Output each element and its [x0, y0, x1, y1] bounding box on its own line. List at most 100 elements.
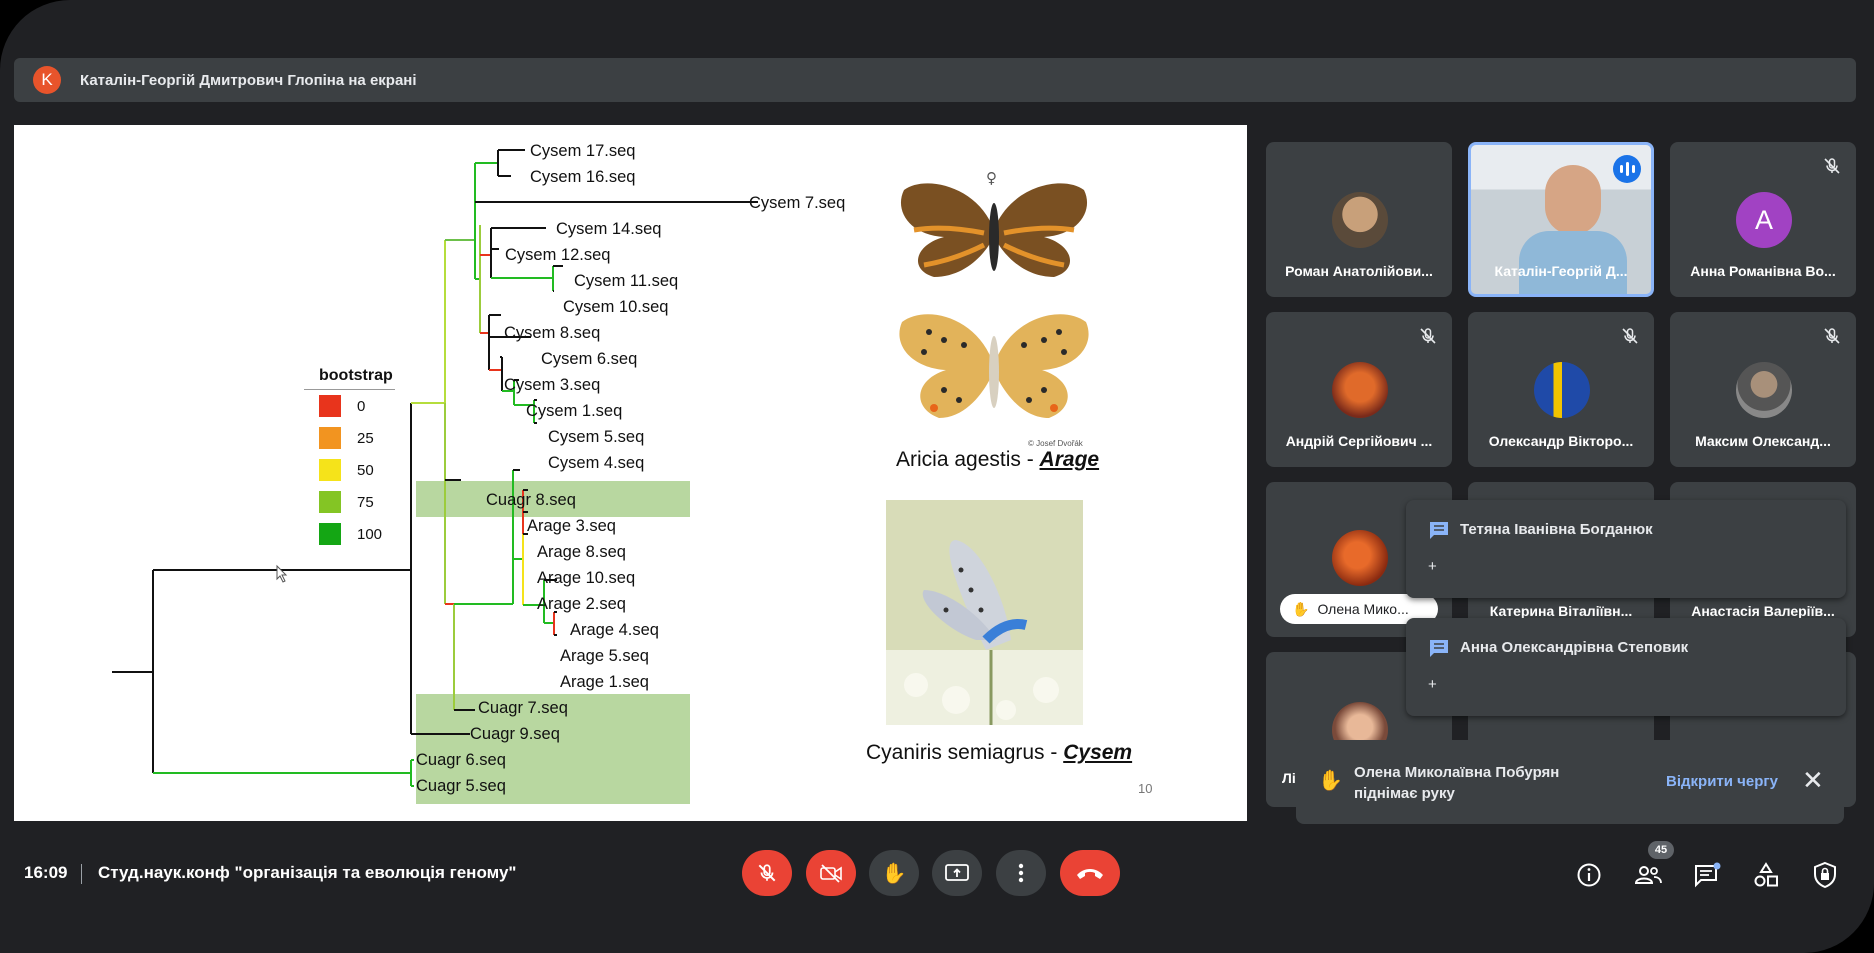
- shield-lock-icon: [1814, 861, 1836, 889]
- participant-name: Максим Олександ...: [1695, 433, 1831, 449]
- mic-off-icon: [758, 864, 776, 882]
- female-symbol: ♀: [986, 169, 997, 187]
- participant-tile[interactable]: Максим Олександ...: [1670, 312, 1856, 467]
- camera-toggle-button[interactable]: [806, 850, 856, 896]
- mic-off-icon: [1622, 328, 1638, 344]
- species-2-caption: Cyaniris semiagrus - Cysem: [866, 741, 1132, 765]
- leaf-cuagr7: Cuagr 7.seq: [478, 699, 568, 717]
- hand-raised-message: Олена Миколаївна Побурян піднімає руку: [1354, 764, 1560, 802]
- mic-off-icon: [1420, 328, 1436, 344]
- leaf-cysem12: Cysem 12.seq: [505, 246, 610, 264]
- leaf-arage10: Arage 10.seq: [537, 569, 635, 587]
- participant-name: Каталін-Георгій Д...: [1494, 263, 1628, 279]
- leaf-cysem17: Cysem 17.seq: [530, 142, 635, 160]
- present-button[interactable]: [932, 850, 982, 896]
- bootstrap-legend: bootstrap 0 25 50 75 100: [304, 367, 404, 550]
- mic-off-icon: [1824, 158, 1840, 174]
- participant-name: Андрій Сергійович ...: [1285, 433, 1433, 449]
- species-2-abbr: Cysem: [1063, 741, 1133, 764]
- participant-tile[interactable]: Андрій Сергійович ...: [1266, 312, 1452, 467]
- people-button[interactable]: [1631, 858, 1665, 892]
- presenter-avatar: K: [33, 66, 61, 94]
- leaf-arage3: Arage 3.seq: [527, 517, 616, 535]
- meeting-details-button[interactable]: [1572, 858, 1606, 892]
- photo-credit: © Josef Dvořák: [1028, 439, 1083, 448]
- chat-icon: [1430, 640, 1448, 657]
- leaf-cysem6: Cysem 6.seq: [541, 350, 637, 368]
- presenter-bar: K Каталін-Георгій Дмитрович Глопіна на е…: [14, 58, 1856, 102]
- legend-row: 75: [304, 486, 404, 518]
- legend-value: 25: [357, 429, 374, 447]
- camera-off-icon: [820, 864, 842, 883]
- host-controls-button[interactable]: [1808, 858, 1842, 892]
- participant-tile[interactable]: Роман Анатолійови...: [1266, 142, 1452, 297]
- leaf-cysem11: Cysem 11.seq: [574, 272, 678, 290]
- meet-window: K Каталін-Георгій Дмитрович Глопіна на е…: [0, 0, 1874, 953]
- hang-up-icon: [1077, 869, 1103, 879]
- participant-tile[interactable]: Олександр Вікторо...: [1468, 312, 1654, 467]
- participant-avatar: [1534, 362, 1590, 418]
- people-icon: [1634, 866, 1662, 884]
- legend-swatch: [319, 459, 341, 481]
- species-2-name: Cyaniris semiagrus -: [866, 741, 1064, 764]
- chat-notification[interactable]: Тетяна Іванівна Богданюк +: [1406, 500, 1846, 598]
- speaking-indicator-icon: [1613, 155, 1641, 183]
- participant-avatar: [1736, 362, 1792, 418]
- presenter-label: Каталін-Георгій Дмитрович Глопіна на екр…: [80, 71, 417, 89]
- present-screen-icon: [945, 864, 969, 881]
- people-count-badge: 45: [1648, 841, 1674, 859]
- legend-row: 50: [304, 454, 404, 486]
- leaf-cysem7: Cysem 7.seq: [749, 194, 845, 212]
- participant-avatar: [1332, 362, 1388, 418]
- legend-value: 75: [357, 493, 374, 511]
- clock: 16:09: [24, 863, 68, 882]
- participant-tile[interactable]: A Анна Романівна Во...: [1670, 142, 1856, 297]
- slide-number: 10: [1138, 781, 1153, 796]
- participant-avatar: [1332, 192, 1388, 248]
- leaf-cysem1: Cysem 1.seq: [526, 402, 622, 420]
- participant-name: Олександр Вікторо...: [1488, 433, 1634, 449]
- chat-sender-name: Анна Олександрівна Степовик: [1460, 639, 1689, 656]
- hand-icon: ✋: [881, 862, 907, 885]
- cyaniris-semiagrus-image: [886, 500, 1083, 725]
- aricia-female-under-image: [899, 314, 1089, 418]
- participant-tile-active-speaker[interactable]: Каталін-Георгій Д...: [1468, 142, 1654, 297]
- leaf-arage5: Arage 5.seq: [560, 647, 649, 665]
- participant-name: Анастасія Валеріїв...: [1691, 603, 1835, 619]
- chat-button[interactable]: [1690, 858, 1724, 892]
- open-queue-button[interactable]: Відкрити чергу: [1666, 773, 1778, 790]
- chat-notification[interactable]: Анна Олександрівна Степовик +: [1406, 618, 1846, 716]
- legend-value: 0: [357, 397, 366, 415]
- legend-row: 100: [304, 518, 404, 550]
- leaf-arage8: Arage 8.seq: [537, 543, 626, 561]
- leave-call-button[interactable]: [1060, 850, 1120, 896]
- activities-icon: [1754, 862, 1778, 887]
- legend-value: 100: [357, 525, 383, 543]
- leaf-cysem3: Cysem 3.seq: [504, 376, 600, 394]
- participant-avatar: [1332, 530, 1388, 586]
- species-1-caption: Aricia agestis - Arage: [896, 448, 1099, 472]
- leaf-arage4: Arage 4.seq: [570, 621, 659, 639]
- raise-hand-button[interactable]: ✋: [869, 850, 919, 896]
- activities-button[interactable]: [1749, 858, 1783, 892]
- leaf-cysem16: Cysem 16.seq: [530, 168, 635, 186]
- leaf-cysem5: Cysem 5.seq: [548, 428, 644, 446]
- hand-raised-icon: ✋: [1292, 600, 1310, 617]
- divider: [81, 864, 82, 884]
- shared-screen-slide: Cysem 17.seq Cysem 16.seq Cysem 7.seq Cy…: [14, 125, 1247, 821]
- leaf-cysem10: Cysem 10.seq: [563, 298, 668, 316]
- mic-toggle-button[interactable]: [742, 850, 792, 896]
- participant-name: Олена Мико...: [1317, 601, 1409, 617]
- leaf-cuagr5: Cuagr 5.seq: [416, 777, 506, 795]
- leaf-cuagr6: Cuagr 6.seq: [416, 751, 506, 769]
- species-1-abbr: Arage: [1039, 448, 1100, 471]
- mic-off-icon: [1824, 328, 1840, 344]
- more-vert-icon: [1018, 863, 1024, 883]
- close-icon[interactable]: ✕: [1802, 765, 1824, 795]
- legend-title: bootstrap: [304, 367, 395, 390]
- hand-raised-toast: ✋ Олена Миколаївна Побурян піднімає руку…: [1296, 740, 1844, 824]
- more-options-button[interactable]: [996, 850, 1046, 896]
- legend-swatch: [319, 523, 341, 545]
- legend-row: 0: [304, 390, 404, 422]
- mouse-cursor: [276, 564, 288, 583]
